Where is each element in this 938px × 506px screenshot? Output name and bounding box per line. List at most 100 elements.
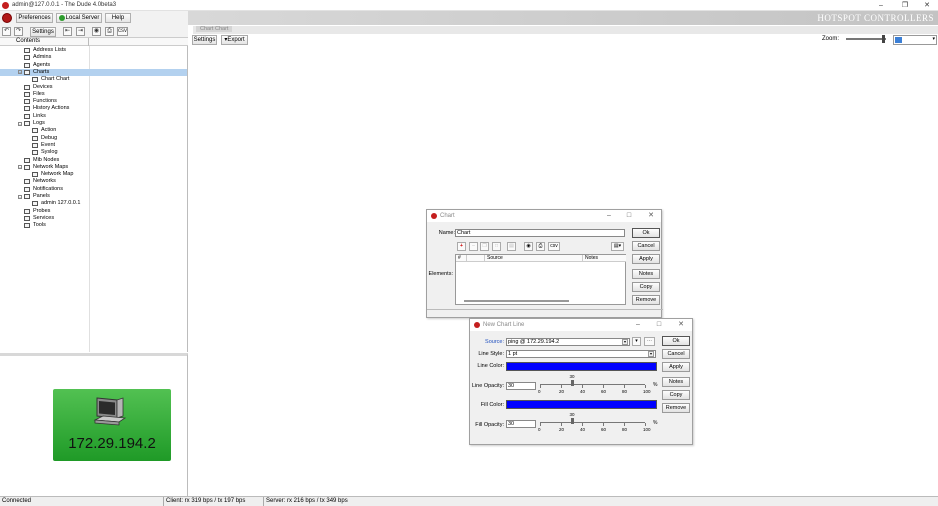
zoom-slider[interactable] <box>846 38 886 40</box>
line-copy-button[interactable]: Copy <box>662 390 690 400</box>
slider-track[interactable] <box>540 422 645 423</box>
main-export-button[interactable]: ▾Export <box>221 35 248 45</box>
main-settings-button[interactable]: Settings <box>192 35 217 45</box>
tree-item[interactable]: Admins <box>0 54 187 61</box>
column-header-source[interactable]: Source <box>485 255 583 262</box>
line-style-select[interactable]: 1 pt ▾ <box>506 350 656 358</box>
source-select[interactable]: ping @ 172.29.194.2 ▾ <box>506 338 630 346</box>
tree-item[interactable]: Syslog <box>0 149 187 156</box>
add-icon[interactable]: + <box>457 242 466 251</box>
tree-item[interactable]: admin 127.0.0.1 <box>0 200 187 207</box>
fill-opacity-slider[interactable]: 0 20 40 60 80 100 30 <box>538 412 660 436</box>
column-header-color[interactable] <box>467 255 485 262</box>
tree-item[interactable]: Mib Nodes <box>0 157 187 164</box>
zoom-slider-knob[interactable] <box>882 35 885 43</box>
line-remove-button[interactable]: Remove <box>662 403 690 413</box>
tree-item[interactable]: Tools <box>0 222 187 229</box>
chart-copy-button[interactable]: Copy <box>632 282 660 292</box>
tree-item[interactable]: Devices <box>0 84 187 91</box>
csv-icon[interactable]: csv <box>548 242 560 251</box>
line-opacity-input[interactable]: 30 <box>506 382 536 390</box>
maximize-icon[interactable]: ❐ <box>894 0 916 11</box>
tree-item[interactable]: - Charts <box>0 68 187 77</box>
tab-chart-chart[interactable]: Chart Chart <box>196 26 233 32</box>
tree-item[interactable]: Services <box>0 215 187 222</box>
slider-knob[interactable] <box>570 380 574 386</box>
line-cancel-button[interactable]: Cancel <box>662 349 690 359</box>
minimize-icon[interactable]: – <box>870 0 892 11</box>
tree-item[interactable]: Functions <box>0 98 187 105</box>
line-apply-button[interactable]: Apply <box>662 362 690 372</box>
zoom-select[interactable]: ▾ <box>893 35 937 45</box>
column-header-number[interactable]: # <box>456 255 467 262</box>
collapse-icon[interactable]: - <box>18 165 22 170</box>
print-icon[interactable]: ⎙ <box>105 27 114 36</box>
tree-item[interactable]: Agents <box>0 62 187 69</box>
dude-logo-icon[interactable] <box>2 13 12 23</box>
fill-color-swatch[interactable] <box>506 400 657 409</box>
csv-icon[interactable]: csv <box>117 27 128 36</box>
chart-name-input[interactable]: Chart <box>455 229 625 237</box>
device-tile[interactable]: 172.29.194.2 <box>53 389 171 461</box>
minimize-icon[interactable]: – <box>604 211 614 221</box>
column-header-notes[interactable]: Notes <box>583 255 626 262</box>
line-opacity-slider[interactable]: 0 20 40 60 80 100 30 <box>538 374 660 398</box>
source-dropdown-icon[interactable]: ▾ <box>632 337 641 346</box>
copy-icon[interactable]: ❐ <box>480 242 489 251</box>
table-horizontal-scrollbar[interactable] <box>464 300 569 302</box>
tree-item[interactable]: Network Map <box>0 171 187 178</box>
line-notes-button[interactable]: Notes <box>662 377 690 387</box>
collapse-icon[interactable]: - <box>18 70 22 75</box>
line-color-swatch[interactable] <box>506 362 657 371</box>
slider-track[interactable] <box>540 384 645 385</box>
tree-item[interactable]: Event <box>0 142 187 149</box>
chart-notes-button[interactable]: Notes <box>632 269 660 279</box>
tree-item[interactable]: - Panels <box>0 193 187 200</box>
maximize-icon[interactable]: □ <box>654 320 664 330</box>
tree-item[interactable]: Address Lists <box>0 47 187 54</box>
tree-item[interactable]: Notifications <box>0 186 187 193</box>
source-label[interactable]: Source: <box>472 339 504 345</box>
export-icon[interactable]: ⇥ <box>76 27 85 36</box>
tree-item[interactable]: Action <box>0 127 187 134</box>
close-icon[interactable]: ✕ <box>916 0 938 11</box>
tree-item[interactable]: Chart Chart <box>0 76 187 83</box>
tree-item[interactable]: Networks <box>0 178 187 185</box>
print-icon[interactable]: ⎙ <box>536 242 545 251</box>
settings-button[interactable]: Settings <box>30 27 56 37</box>
chart-ok-button[interactable]: Ok <box>632 228 660 238</box>
tree-item[interactable]: - Network Maps <box>0 164 187 171</box>
collapse-icon[interactable]: - <box>18 121 22 126</box>
slider-knob[interactable] <box>570 418 574 424</box>
find-icon[interactable]: ◉ <box>92 27 101 36</box>
close-icon[interactable]: ✕ <box>646 211 656 221</box>
tree-item[interactable]: Links <box>0 113 187 120</box>
forward-icon[interactable]: ↷ <box>14 27 23 36</box>
local-server-button[interactable]: Local Server <box>56 13 102 23</box>
tree-item[interactable]: Probes <box>0 208 187 215</box>
back-icon[interactable]: ↶ <box>2 27 11 36</box>
find-icon[interactable]: ◉ <box>524 242 533 251</box>
close-icon[interactable]: ✕ <box>676 320 686 330</box>
tree-item[interactable]: - Logs <box>0 120 187 127</box>
chart-cancel-button[interactable]: Cancel <box>632 241 660 251</box>
layout-toggle-icon[interactable]: ▤▾ <box>611 242 624 251</box>
help-button[interactable]: Help <box>105 13 131 23</box>
tree-item[interactable]: History Actions <box>0 105 187 112</box>
import-icon[interactable]: ⇤ <box>63 27 72 36</box>
chart-apply-button[interactable]: Apply <box>632 254 660 264</box>
minimize-icon[interactable]: – <box>633 320 643 330</box>
tree-item[interactable]: Debug <box>0 135 187 142</box>
tree-item[interactable]: Files <box>0 91 187 98</box>
chart-remove-button[interactable]: Remove <box>632 295 660 305</box>
paste-icon[interactable]: □ <box>492 242 501 251</box>
elements-table[interactable]: # Source Notes <box>455 254 626 305</box>
fill-opacity-input[interactable]: 30 <box>506 420 536 428</box>
collapse-icon[interactable]: - <box>18 194 22 199</box>
line-ok-button[interactable]: Ok <box>662 336 690 346</box>
source-more-icon[interactable]: ⋯ <box>644 337 655 346</box>
sort-icon[interactable]: ▤ <box>507 242 516 251</box>
remove-icon[interactable]: – <box>469 242 478 251</box>
preferences-button[interactable]: Preferences <box>16 13 53 23</box>
maximize-icon[interactable]: □ <box>624 211 634 221</box>
